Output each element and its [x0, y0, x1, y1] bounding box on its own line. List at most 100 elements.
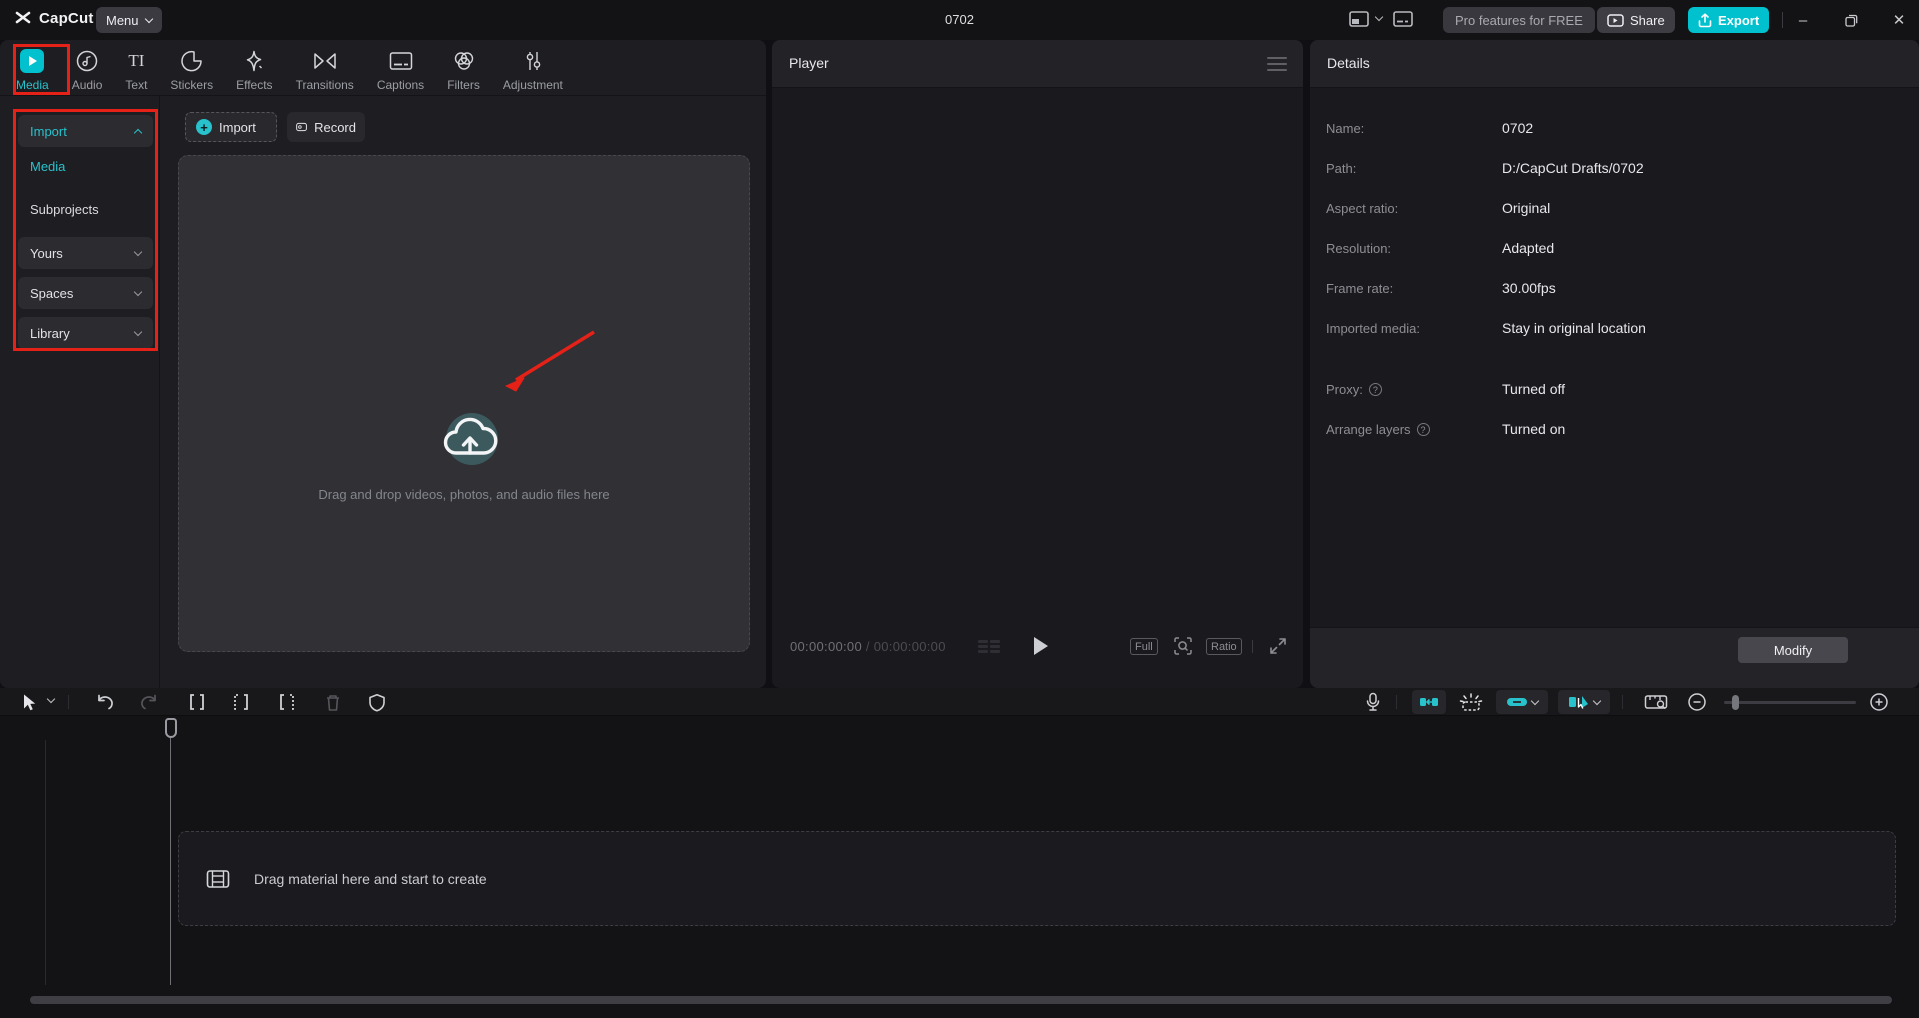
- track-scale-icon: [1644, 695, 1668, 709]
- chevron-down-icon[interactable]: [46, 694, 56, 704]
- detail-row-name: Name: 0702: [1326, 120, 1534, 136]
- transitions-tab-icon: [313, 52, 336, 69]
- full-preview-button[interactable]: Full: [1130, 638, 1158, 655]
- auto-snap-toggle[interactable]: [1412, 690, 1446, 714]
- select-tool-button[interactable]: [18, 691, 40, 713]
- help-icon[interactable]: ?: [1368, 383, 1382, 396]
- zoom-in-button[interactable]: [1868, 691, 1890, 713]
- split-delete-left-icon: [234, 694, 248, 710]
- player-title: Player: [789, 55, 829, 71]
- playhead-handle[interactable]: [165, 718, 177, 738]
- details-header: Details: [1310, 40, 1919, 88]
- split-button[interactable]: [186, 691, 208, 713]
- close-button[interactable]: ✕: [1882, 0, 1916, 40]
- player-menu-icon[interactable]: [1267, 57, 1287, 71]
- zoom-out-icon: [1688, 693, 1706, 711]
- film-strip-icon: [206, 869, 230, 888]
- restore-button[interactable]: [1834, 0, 1868, 40]
- redo-button[interactable]: [138, 691, 160, 713]
- timecode-total: 00:00:00:00: [873, 639, 946, 654]
- zoom-in-icon: [1870, 693, 1888, 711]
- tab-audio[interactable]: Audio: [72, 48, 102, 92]
- play-button[interactable]: [1034, 637, 1048, 655]
- fullscreen-button[interactable]: [1268, 636, 1288, 656]
- restore-icon: [1844, 14, 1857, 27]
- record-button[interactable]: Record: [287, 112, 365, 142]
- tab-captions[interactable]: Captions: [377, 48, 424, 92]
- captions-tab-icon: [389, 51, 412, 70]
- detail-row-proxy: Proxy: ? Turned off: [1326, 381, 1566, 397]
- share-button[interactable]: Share: [1597, 7, 1675, 33]
- media-dropzone[interactable]: Drag and drop videos, photos, and audio …: [178, 155, 750, 652]
- details-title: Details: [1327, 55, 1370, 71]
- import-button[interactable]: + Import: [185, 112, 277, 142]
- preview-axis-toggle[interactable]: [1456, 691, 1486, 713]
- undo-icon: [98, 694, 113, 710]
- tab-effects[interactable]: Effects: [236, 48, 273, 92]
- minimize-button[interactable]: –: [1786, 0, 1820, 40]
- share-icon: [1607, 13, 1624, 27]
- pro-features-button[interactable]: Pro features for FREE: [1443, 7, 1595, 33]
- detail-row-frame-rate: Frame rate: 30.00fps: [1326, 280, 1556, 296]
- undo-button[interactable]: [94, 691, 116, 713]
- record-label: Record: [314, 119, 356, 135]
- modify-button[interactable]: Modify: [1738, 637, 1848, 663]
- preview-axis-icon: [1459, 693, 1483, 711]
- export-button[interactable]: Export: [1688, 7, 1770, 33]
- export-icon: [1698, 12, 1712, 27]
- delete-left-button[interactable]: [230, 691, 252, 713]
- details-panel: Details Name: 0702 Path: D:/CapCut Draft…: [1310, 40, 1919, 688]
- split-delete-right-icon: [280, 694, 294, 710]
- workspace-layout-button[interactable]: [1348, 9, 1370, 29]
- split-icon: [190, 694, 204, 710]
- delete-right-button[interactable]: [276, 691, 298, 713]
- track-placeholder[interactable]: Drag material here and start to create: [178, 831, 1896, 926]
- media-panel: Media Audio TI Text Stickers Effects Tra…: [0, 40, 766, 688]
- timeline-zoom-slider[interactable]: [1724, 695, 1856, 710]
- detail-row-imported-media: Imported media: Stay in original locatio…: [1326, 320, 1646, 336]
- tab-stickers[interactable]: Stickers: [170, 48, 213, 92]
- tab-adjustment[interactable]: Adjustment: [503, 48, 563, 92]
- help-icon[interactable]: ?: [1416, 423, 1430, 436]
- toolbar-divider: [68, 695, 69, 709]
- horizontal-scrollbar[interactable]: [30, 996, 1892, 1004]
- timecode-current: 00:00:00:00: [790, 639, 862, 654]
- text-tab-icon: TI: [128, 50, 145, 70]
- delete-button[interactable]: [322, 691, 344, 713]
- player-controls: 00:00:00:00 / 00:00:00:00 Full Ratio: [772, 632, 1303, 660]
- auto-arrange-toggle[interactable]: [1558, 690, 1610, 714]
- import-label: Import: [219, 119, 256, 135]
- microphone-icon: [1366, 692, 1380, 711]
- zoom-out-button[interactable]: [1686, 691, 1708, 713]
- asset-tab-bar: Media Audio TI Text Stickers Effects Tra…: [0, 40, 766, 96]
- caption-display-button[interactable]: [1392, 9, 1414, 29]
- filters-tab-icon: [454, 51, 473, 70]
- timeline-toolbar: [0, 688, 1919, 716]
- ratio-button[interactable]: Ratio: [1206, 638, 1242, 655]
- title-bar: CapCut Menu 0702 Pro features for FREE S…: [0, 0, 1919, 40]
- zoom-slider-handle[interactable]: [1732, 695, 1739, 710]
- dropzone-hint: Drag and drop videos, photos, and audio …: [318, 487, 610, 502]
- zoom-frame-icon: [1174, 637, 1192, 655]
- snap-icon: [1420, 698, 1438, 706]
- tab-transitions[interactable]: Transitions: [296, 48, 354, 92]
- cursor-icon: [24, 694, 36, 710]
- zoom-frame-button[interactable]: [1173, 636, 1193, 656]
- adjust-track-height-button[interactable]: [1642, 691, 1672, 713]
- tab-text[interactable]: TI Text: [125, 48, 147, 93]
- capcut-window: CapCut Menu 0702 Pro features for FREE S…: [0, 0, 1919, 1018]
- detail-row-resolution: Resolution: Adapted: [1326, 240, 1555, 256]
- playhead-line: [170, 738, 171, 985]
- record-camera-icon: [296, 122, 307, 132]
- mask-button[interactable]: [366, 691, 388, 713]
- shield-icon: [369, 693, 385, 712]
- timecode: 00:00:00:00 / 00:00:00:00: [790, 639, 946, 654]
- timeline-area[interactable]: Drag material here and start to create: [0, 716, 1919, 1018]
- stickers-tab-icon: [181, 50, 202, 71]
- share-label: Share: [1630, 12, 1665, 28]
- voiceover-button[interactable]: [1362, 691, 1384, 713]
- linkage-toggle[interactable]: [1496, 690, 1548, 714]
- tab-filters[interactable]: Filters: [447, 48, 480, 92]
- track-left-edge: [45, 740, 46, 985]
- titlebar-divider: [1782, 12, 1783, 28]
